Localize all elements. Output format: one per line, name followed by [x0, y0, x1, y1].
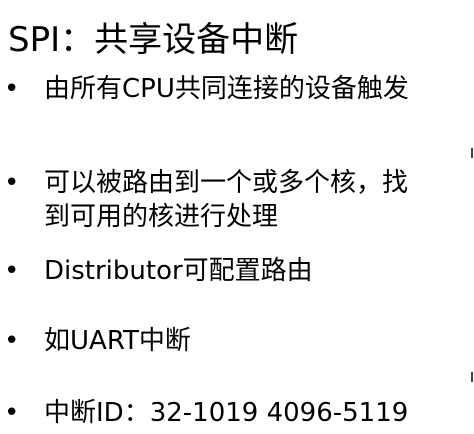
- bullet-item: • 由所有CPU共同连接的设备触发: [0, 70, 474, 108]
- bullet-text: 由所有CPU共同连接的设备触发: [44, 74, 409, 104]
- bullet-item: • 如UART中断: [0, 322, 474, 360]
- bullet-text: Distributor可配置路由: [44, 256, 313, 286]
- bullet-marker: •: [4, 256, 20, 286]
- edge-divider-mark: [471, 372, 473, 382]
- bullet-item: • 可以被路由到一个或多个核，找 到可用的核进行处理: [0, 164, 474, 240]
- bullet-marker: •: [4, 74, 20, 104]
- bullet-text: 中断ID：32-1019 4096-5119: [44, 398, 409, 428]
- bullet-text-continuation: 到可用的核进行处理: [44, 202, 279, 232]
- bullet-marker: •: [4, 168, 20, 198]
- bullet-item: • Distributor可配置路由: [0, 252, 474, 290]
- slide-title: SPI：共享设备中断: [8, 20, 299, 60]
- bullet-item: • 中断ID：32-1019 4096-5119: [0, 394, 474, 432]
- bullet-marker: •: [4, 326, 20, 356]
- edge-divider-mark: [471, 148, 473, 158]
- bullet-marker: •: [4, 398, 20, 428]
- bullet-text: 如UART中断: [44, 326, 191, 356]
- bullet-text: 可以被路由到一个或多个核，找: [44, 168, 409, 198]
